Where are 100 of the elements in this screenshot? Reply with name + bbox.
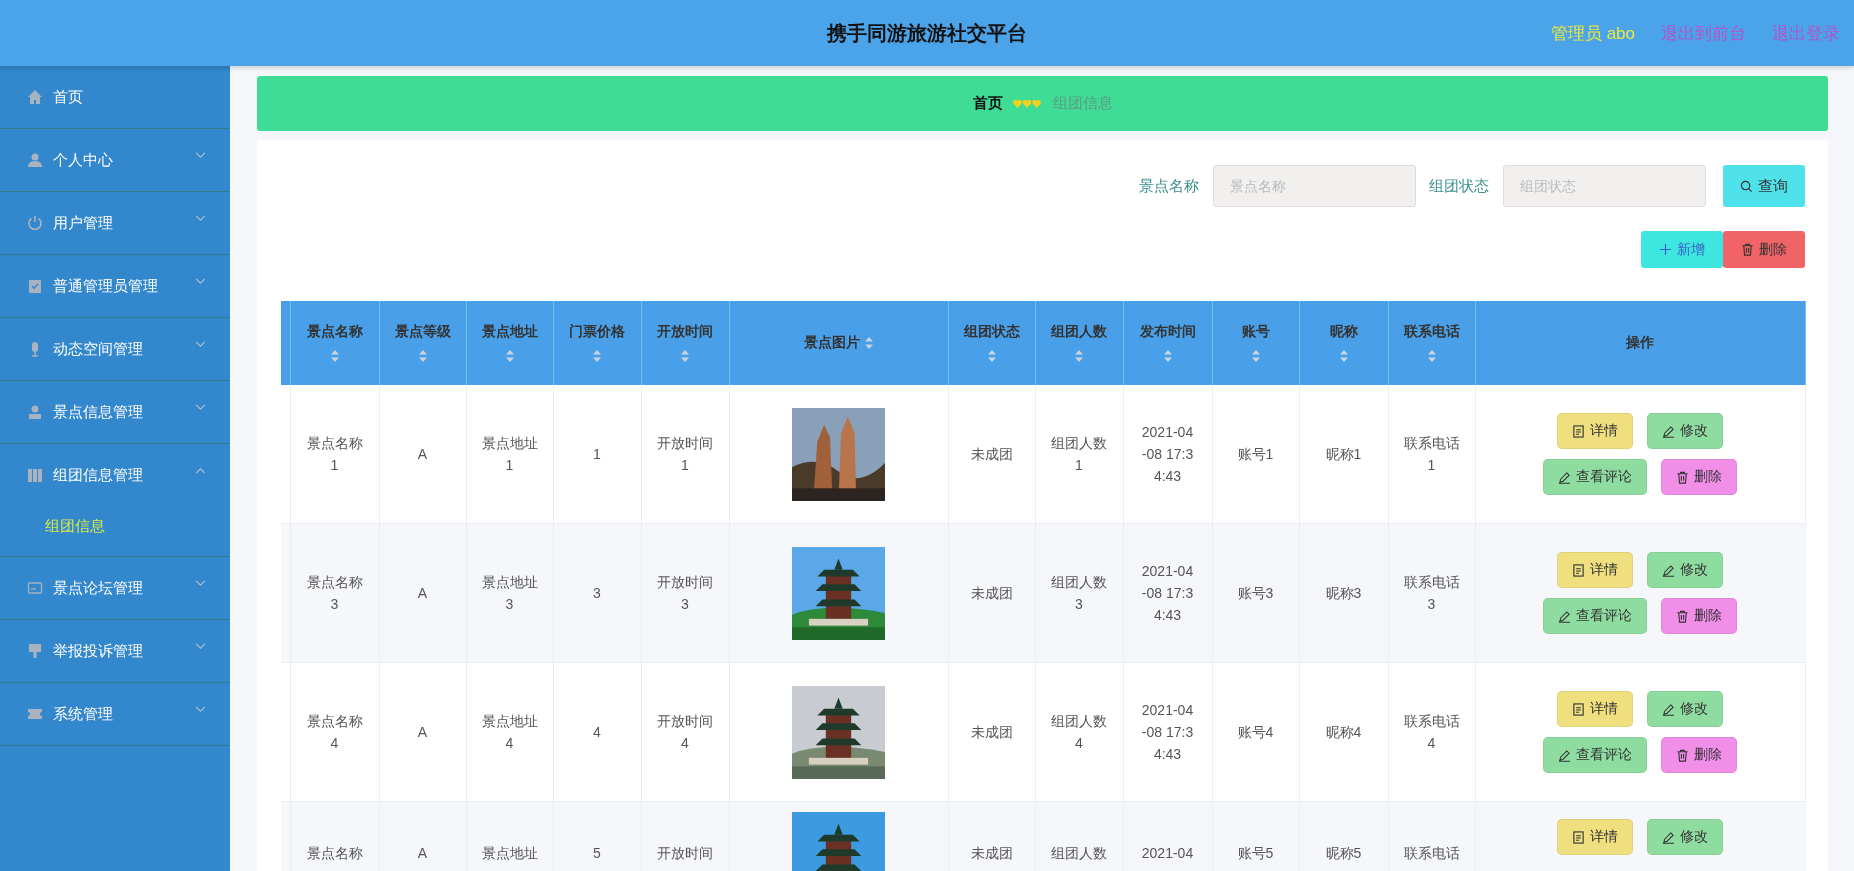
sidebar-item[interactable]: 举报投诉管理 [0, 620, 230, 683]
table-cell: 昵称1 [1299, 385, 1388, 524]
sidebar-item[interactable]: 景点信息管理 [0, 381, 230, 444]
table-cell: A [379, 523, 466, 663]
sort-icon[interactable] [1338, 349, 1349, 363]
table-cell: 2021-04-08 17:34:43 [1123, 385, 1212, 524]
delete-button[interactable]: 删除 [1661, 737, 1737, 773]
edit-button[interactable]: 修改 [1647, 552, 1723, 588]
trash-icon [1676, 748, 1689, 762]
sidebar-item[interactable]: 普通管理员管理 [0, 255, 230, 318]
field-label: 组团状态 [1429, 176, 1489, 196]
table-cell: 未成团 [948, 385, 1035, 524]
detail-button[interactable]: 详情 [1557, 691, 1633, 727]
site-title: 携手同游旅游社交平台 [827, 20, 1027, 46]
detail-button[interactable]: 详情 [1557, 413, 1633, 449]
column-header[interactable]: 门票价格 [553, 301, 641, 385]
detail-button[interactable]: 详情 [1557, 819, 1633, 855]
table-cell: 未成团 [948, 801, 1035, 871]
card-icon [27, 580, 43, 596]
sort-icon[interactable] [417, 349, 428, 363]
field-label: 景点名称 [1139, 176, 1199, 196]
edit-button[interactable]: 修改 [1647, 413, 1723, 449]
detail-button[interactable]: 详情 [1557, 552, 1633, 588]
submenu-item[interactable]: 组团信息 [0, 506, 230, 557]
sort-icon[interactable] [863, 336, 874, 350]
sort-icon[interactable] [1426, 349, 1437, 363]
table-cell: 景点名称 [290, 801, 379, 871]
delete-button[interactable]: 删除 [1723, 231, 1805, 268]
pencil-icon [1558, 609, 1571, 623]
column-header[interactable]: 发布时间 [1123, 301, 1212, 385]
column-header[interactable]: 组团状态 [948, 301, 1035, 385]
sidebar-item[interactable]: 个人中心 [0, 129, 230, 192]
sort-icon[interactable] [680, 349, 690, 363]
sort-icon[interactable] [986, 349, 997, 363]
home-icon [27, 89, 43, 105]
table-cell: 联系电话3 [1388, 523, 1475, 663]
column-header[interactable]: 开放时间 [641, 301, 729, 385]
pencil-icon [1558, 748, 1571, 762]
pencil-icon [1662, 424, 1675, 438]
sidebar-item[interactable]: 景点论坛管理 [0, 557, 230, 620]
book-icon [27, 467, 43, 483]
table-cell: 账号4 [1212, 662, 1299, 802]
table-cell: 账号5 [1212, 801, 1299, 871]
edit-button[interactable]: 修改 [1647, 819, 1723, 855]
table-cell: 开放时间3 [641, 523, 729, 663]
table-cell: 组团人数3 [1035, 523, 1123, 663]
review-button[interactable]: 查看评论 [1543, 459, 1647, 495]
table-cell: A [379, 801, 466, 871]
sort-icon[interactable] [1162, 349, 1173, 363]
column-header[interactable]: 账号 [1212, 301, 1299, 385]
table-cell: 景点地址1 [466, 385, 553, 524]
column-header[interactable]: 景点图片 [729, 301, 948, 385]
table-cell: 景点地址3 [466, 523, 553, 663]
delete-button[interactable]: 删除 [1661, 598, 1737, 634]
column-header[interactable]: 联系电话 [1388, 301, 1475, 385]
table-cell: 昵称4 [1299, 662, 1388, 802]
table-cell: 组团人数 [1035, 801, 1123, 871]
document-icon [1572, 702, 1585, 716]
pencil-icon [1662, 830, 1675, 844]
column-header[interactable]: 景点名称 [290, 301, 379, 385]
edit-button[interactable]: 修改 [1647, 691, 1723, 727]
table-cell: 昵称5 [1299, 801, 1388, 871]
sort-icon[interactable] [329, 349, 340, 363]
table-cell: 昵称3 [1299, 523, 1388, 663]
search-button[interactable]: 查询 [1723, 165, 1805, 207]
sidebar-item[interactable]: 组团信息管理 [0, 444, 230, 506]
table-cell: 未成团 [948, 523, 1035, 663]
table-cell: 开放时间4 [641, 662, 729, 802]
sidebar-item[interactable]: 系统管理 [0, 683, 230, 746]
column-header[interactable]: 操作 [1475, 301, 1805, 385]
sidebar-item[interactable]: 用户管理 [0, 192, 230, 255]
table-cell: 联系电话4 [1388, 662, 1475, 802]
table-cell: 5 [553, 801, 641, 871]
review-button[interactable]: 查看评论 [1543, 737, 1647, 773]
column-header[interactable]: 景点地址 [466, 301, 553, 385]
document-icon [1572, 563, 1585, 577]
table-cell: 组团人数1 [1035, 385, 1123, 524]
breadcrumb-link[interactable]: 首页 [972, 94, 1003, 113]
delete-button[interactable]: 删除 [1661, 459, 1737, 495]
review-button[interactable]: 查看评论 [1543, 598, 1647, 634]
column-header[interactable]: 组团人数 [1035, 301, 1123, 385]
pencil-icon [1662, 563, 1675, 577]
table-cell: 联系电话1 [1388, 385, 1475, 524]
table-cell: 3 [553, 523, 641, 663]
sort-icon[interactable] [592, 349, 602, 363]
power-icon [27, 215, 43, 231]
table-cell: 开放时间 [641, 801, 729, 871]
table-cell: 开放时间1 [641, 385, 729, 524]
column-header[interactable]: 景点等级 [379, 301, 466, 385]
search-icon [1740, 179, 1753, 193]
sidebar-item[interactable]: 首页 [0, 66, 230, 129]
pencil-icon [1662, 702, 1675, 716]
sort-icon[interactable] [1250, 349, 1261, 363]
column-header[interactable]: 昵称 [1299, 301, 1388, 385]
add-button[interactable]: 新增 [1641, 231, 1723, 268]
sort-icon[interactable] [1074, 349, 1084, 363]
trash-icon [1676, 470, 1689, 484]
sort-icon[interactable] [504, 349, 515, 363]
sidebar-item[interactable]: 动态空间管理 [0, 318, 230, 381]
document-icon [1572, 830, 1585, 844]
